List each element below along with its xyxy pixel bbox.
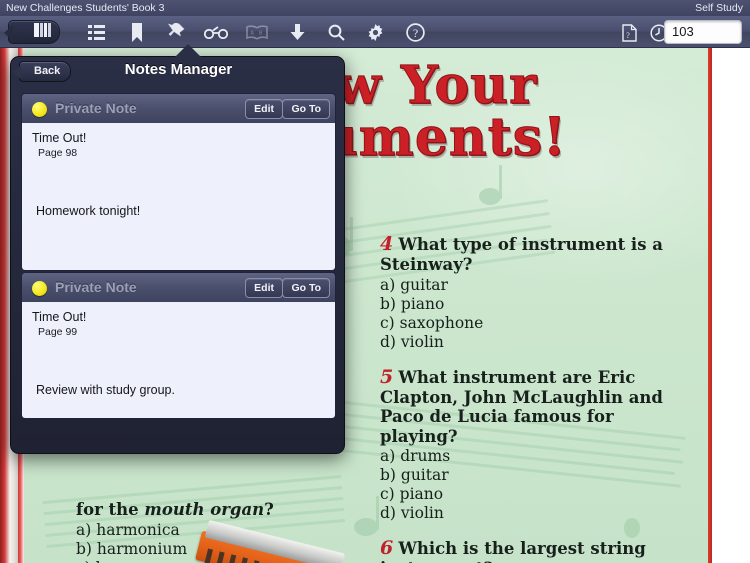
page-heading-line1: w Your (335, 55, 538, 116)
question-stem: Which is the largest string instrument? (380, 539, 646, 563)
page-heading-line2: uments! (320, 107, 567, 168)
option-a[interactable]: a) drums (380, 447, 680, 466)
search-icon[interactable] (324, 21, 348, 44)
option-b[interactable]: b) guitar (380, 466, 680, 485)
svg-text:?: ? (626, 31, 630, 40)
contents-list-icon[interactable] (84, 21, 108, 44)
option-d[interactable]: d) violin (380, 333, 680, 352)
note-text: Review with study group. (36, 383, 175, 397)
question-number: 6 (380, 537, 394, 559)
quiz-question-6: 6 Which is the largest string instrument… (380, 537, 680, 563)
book-title: New Challenges Students' Book 3 (6, 2, 165, 14)
question-stem: What instrument are Eric Clapton, John M… (380, 367, 663, 446)
note-kind-label: Private Note (55, 279, 137, 295)
option-a[interactable]: a) guitar (380, 276, 680, 295)
note-goto-button[interactable]: Go To (282, 278, 330, 298)
popover-title: Notes Manager (124, 61, 233, 78)
option-c[interactable]: c) saxophone (380, 314, 680, 333)
quiz-right-column: 4 What type of instrument is a Steinway?… (380, 233, 680, 563)
back-arrow-icon (4, 25, 13, 41)
svg-text:B: B (259, 31, 263, 37)
download-arrow-icon[interactable] (285, 21, 309, 44)
popover-header: Back Notes Manager (11, 57, 346, 87)
ebook-reader-window: New Challenges Students' Book 3 Self Stu… (0, 0, 750, 563)
question-number: 5 (380, 365, 394, 388)
page-number-input[interactable]: 103 (664, 20, 742, 44)
note-page-ref: Page 98 (38, 147, 78, 159)
note-page-ref: Page 99 (38, 326, 78, 338)
question-stem: What type of instrument is a Steinway? (380, 235, 663, 274)
left-stem-post: ? (264, 500, 274, 519)
left-question-stem: for the mouth organ? (76, 500, 274, 519)
option-d[interactable]: d) violin (380, 504, 680, 523)
study-mode-label: Self Study (695, 2, 743, 14)
notes-manager-popover: Back Notes Manager Private Note Edit Go … (10, 44, 346, 454)
gear-icon[interactable] (363, 21, 387, 44)
svg-text:?: ? (412, 26, 417, 40)
music-note-decoration (479, 165, 502, 205)
popover-caret (168, 43, 208, 58)
note-body[interactable]: Time Out! Page 99 Review with study grou… (21, 302, 336, 419)
option-b[interactable]: b) piano (380, 295, 680, 314)
note-title: Time Out! (32, 310, 87, 324)
main-toolbar: A B ? ? 103 (0, 16, 750, 48)
status-bar: New Challenges Students' Book 3 Self Stu… (0, 0, 750, 16)
note-text: Homework tonight! (36, 204, 141, 218)
quiz-question-5: 5 What instrument are Eric Clapton, John… (380, 366, 680, 524)
bookmark-icon[interactable] (125, 21, 149, 44)
help-circle-icon[interactable]: ? (403, 21, 427, 44)
note-kind-label: Private Note (55, 100, 137, 116)
open-book-icon[interactable]: A B (245, 21, 269, 44)
note-goto-button[interactable]: Go To (282, 99, 330, 119)
note-color-dot[interactable] (32, 281, 47, 296)
note-edit-button[interactable]: Edit (245, 278, 283, 298)
note-card: Private Note Edit Go To Time Out! Page 9… (21, 272, 336, 419)
question-options: a) drums b) guitar c) piano d) violin (380, 447, 680, 523)
pin-note-icon[interactable] (164, 21, 188, 44)
note-color-dot[interactable] (32, 102, 47, 117)
music-note-decoration (354, 496, 379, 536)
note-title: Time Out! (32, 131, 87, 145)
page-question-icon[interactable]: ? (617, 21, 641, 44)
page-edge-right (708, 48, 712, 563)
back-to-library-button[interactable] (4, 20, 60, 44)
note-edit-button[interactable]: Edit (245, 99, 283, 119)
question-options: a) guitar b) piano c) saxophone d) violi… (380, 276, 680, 352)
note-header: Private Note Edit Go To (21, 272, 336, 302)
left-stem-pre: for the (76, 500, 145, 519)
note-body[interactable]: Time Out! Page 98 Homework tonight! (21, 123, 336, 271)
option-c[interactable]: c) piano (380, 485, 680, 504)
svg-text:A: A (251, 31, 255, 37)
glasses-icon[interactable] (204, 21, 228, 44)
left-stem-italic: mouth organ (144, 500, 265, 519)
note-header: Private Note Edit Go To (21, 93, 336, 123)
bookshelf-icon (34, 22, 54, 43)
question-number: 4 (380, 233, 394, 255)
quiz-question-4: 4 What type of instrument is a Steinway?… (380, 233, 680, 352)
note-card: Private Note Edit Go To Time Out! Page 9… (21, 93, 336, 271)
